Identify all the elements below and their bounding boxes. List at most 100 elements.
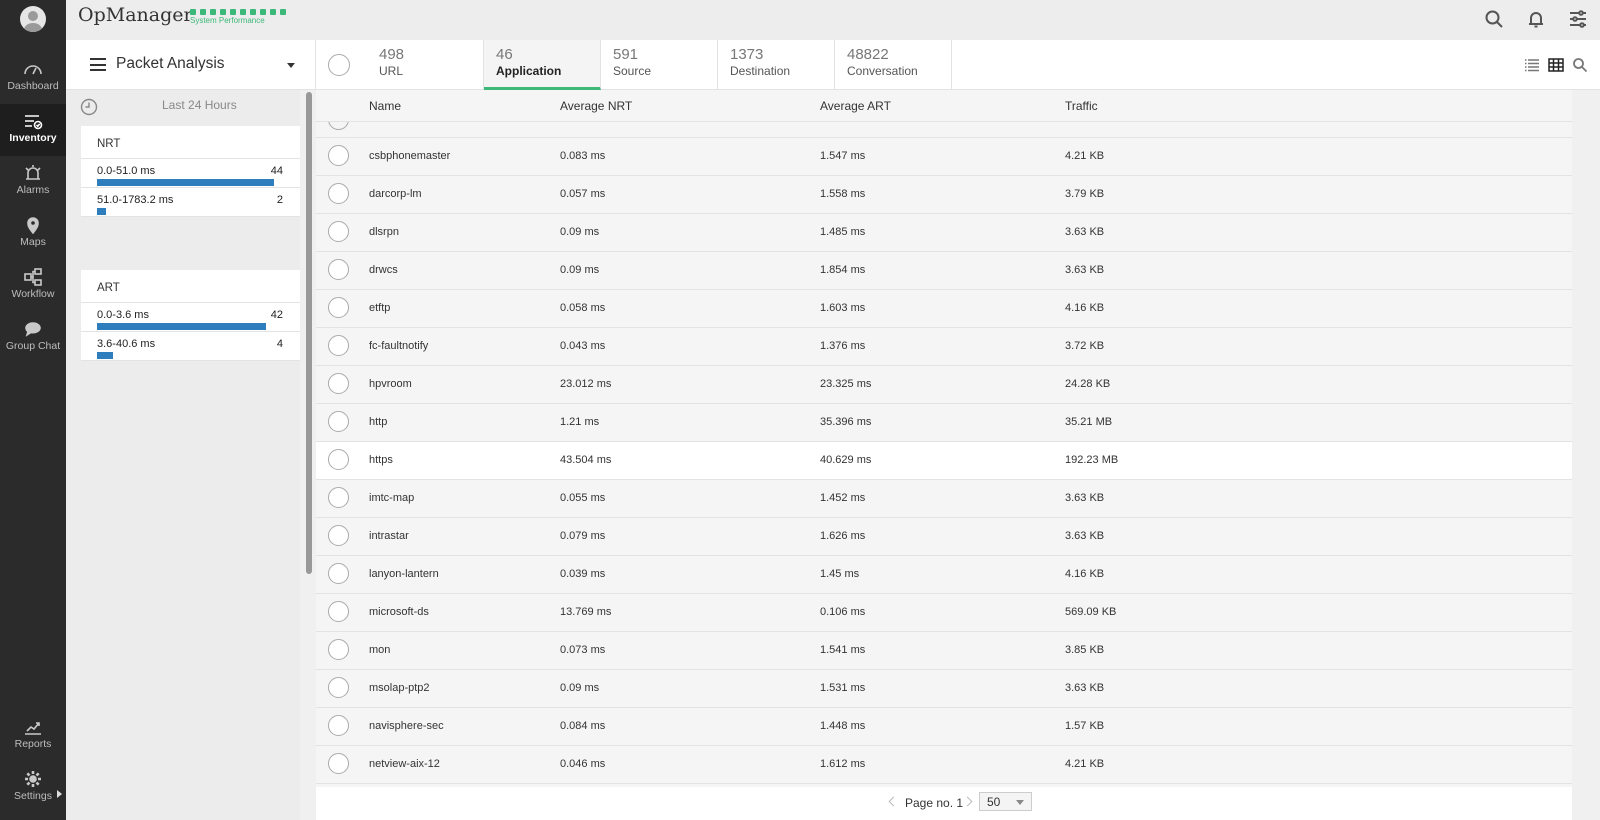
previous-page-icon[interactable] [888,796,899,807]
cell-average-nrt: 0.057 ms [560,188,606,200]
table-row[interactable]: http 1.21 ms 35.396 ms 35.21 MB [316,404,1572,442]
table-row[interactable]: microsoft-ds 13.769 ms 0.106 ms 569.09 KB [316,594,1572,632]
nav-item-dashboard[interactable]: Dashboard [0,52,66,104]
table-row[interactable]: intrastar 0.079 ms 1.626 ms 3.63 KB [316,518,1572,556]
row-radio[interactable] [328,221,349,242]
nav-item-alarms[interactable]: Alarms [0,156,66,208]
nav-item-workflow[interactable]: Workflow [0,260,66,312]
table-row[interactable]: hpvroom 23.012 ms 23.325 ms 24.28 KB [316,366,1572,404]
filter-row[interactable]: 0.0-3.6 ms 42 [81,303,300,332]
table-row[interactable]: fc-faultnotify 0.043 ms 1.376 ms 3.72 KB [316,328,1572,366]
cell-average-art: 1.541 ms [820,644,866,656]
cell-traffic: 4.21 KB [1065,150,1105,162]
column-header-traffic[interactable]: Traffic [1065,99,1098,113]
table-row-partial [316,109,1572,138]
column-header-average-art[interactable]: Average ART [820,99,891,113]
page-size-select[interactable]: 50 [979,792,1032,811]
tab-destination[interactable]: 1373 Destination [718,40,835,90]
list-view-icon[interactable] [1524,57,1540,73]
pagination: Page no. 1 50 [316,787,1572,820]
table-row[interactable]: dlsrpn 0.09 ms 1.485 ms 3.63 KB [316,214,1572,252]
table-row[interactable]: darcorp-lm 0.057 ms 1.558 ms 3.79 KB [316,176,1572,214]
grid-view-icon[interactable] [1548,57,1564,73]
row-radio[interactable] [328,411,349,432]
row-radio[interactable] [328,753,349,774]
row-radio[interactable] [328,601,349,622]
column-header-average-nrt[interactable]: Average NRT [560,99,632,113]
row-radio[interactable] [328,373,349,394]
filter-range-label: 0.0-51.0 ms [97,165,156,177]
row-radio[interactable] [328,563,349,584]
table-row[interactable]: etftp 0.058 ms 1.603 ms 4.16 KB [316,290,1572,328]
filter-row[interactable]: 51.0-1783.2 ms 2 [81,188,300,217]
cell-average-nrt: 13.769 ms [560,606,612,618]
cell-name: navisphere-sec [369,720,444,732]
row-radio[interactable] [328,487,349,508]
nav-item-reports[interactable]: Reports [0,710,66,762]
row-radio[interactable] [328,183,349,204]
tab-application[interactable]: 46 Application [484,40,601,90]
cell-average-nrt: 0.073 ms [560,644,606,656]
clock-icon[interactable] [80,98,98,116]
row-radio[interactable] [328,639,349,660]
cell-traffic: 3.63 KB [1065,530,1105,542]
table-row[interactable]: lanyon-lantern 0.039 ms 1.45 ms 4.16 KB [316,556,1572,594]
cell-name: darcorp-lm [369,188,422,200]
table-row[interactable]: csbphonemaster 0.083 ms 1.547 ms 4.21 KB [316,138,1572,176]
cell-traffic: 3.85 KB [1065,644,1105,656]
tab-url[interactable]: 498 URL [367,40,484,90]
system-performance-indicator[interactable]: System Performance [190,9,286,25]
tab-label: URL [379,64,404,78]
cell-average-art: 35.396 ms [820,416,872,428]
table-row[interactable]: mon 0.073 ms 1.541 ms 3.85 KB [316,632,1572,670]
cell-average-art: 1.376 ms [820,340,866,352]
row-radio[interactable] [328,145,349,166]
hamburger-icon[interactable] [90,58,106,71]
row-radio[interactable] [328,525,349,546]
nav-label: Workflow [11,288,55,300]
table-row[interactable]: navisphere-sec 0.084 ms 1.448 ms 1.57 KB [316,708,1572,746]
cell-average-nrt: 0.046 ms [560,758,606,770]
table-row[interactable]: drwcs 0.09 ms 1.854 ms 3.63 KB [316,252,1572,290]
filter-range-label: 3.6-40.6 ms [97,338,156,350]
tab-source[interactable]: 591 Source [601,40,718,90]
nav-item-group-chat[interactable]: Group Chat [0,312,66,364]
filter-bar [97,352,113,359]
select-all-radio[interactable] [328,54,350,76]
table-row[interactable]: netview-aix-12 0.046 ms 1.612 ms 4.21 KB [316,746,1572,784]
filter-row[interactable]: 0.0-51.0 ms 44 [81,159,300,188]
column-header-name[interactable]: Name [369,99,401,113]
cell-average-nrt: 43.504 ms [560,454,612,466]
cell-average-art: 0.106 ms [820,606,866,618]
row-radio[interactable] [328,677,349,698]
avatar[interactable] [20,6,46,32]
nav-item-maps[interactable]: Maps [0,208,66,260]
row-radio[interactable] [328,259,349,280]
search-icon[interactable] [1484,9,1504,29]
module-selector[interactable]: Packet Analysis [66,40,316,90]
table-search-icon[interactable] [1572,57,1588,73]
time-range-label[interactable]: Last 24 Hours [162,98,237,112]
table-row[interactable]: imtc-map 0.055 ms 1.452 ms 3.63 KB [316,480,1572,518]
filter-range-label: 51.0-1783.2 ms [97,194,174,206]
cell-average-nrt: 0.084 ms [560,720,606,732]
filter-row[interactable]: 3.6-40.6 ms 4 [81,332,300,361]
filter-bar [97,208,106,215]
tab-conversation[interactable]: 48822 Conversation [835,40,952,90]
nav-item-settings[interactable]: Settings [0,762,66,814]
cell-average-art: 40.629 ms [820,454,872,466]
nav-item-inventory[interactable]: Inventory [0,104,66,156]
nav-expand-icon[interactable] [57,790,62,798]
table-row[interactable]: msolap-ptp2 0.09 ms 1.531 ms 3.63 KB [316,670,1572,708]
filter-scrollbar[interactable] [306,92,312,574]
settings-sliders-icon[interactable] [1568,9,1588,29]
bell-icon[interactable] [1526,9,1546,29]
row-radio[interactable] [328,297,349,318]
next-page-icon[interactable] [962,796,973,807]
row-radio[interactable] [328,335,349,356]
row-radio[interactable] [328,715,349,736]
filter-range-label: 0.0-3.6 ms [97,309,149,321]
row-radio[interactable] [328,449,349,470]
table-row[interactable]: https 43.504 ms 40.629 ms 192.23 MB [316,442,1572,480]
cell-average-art: 1.603 ms [820,302,866,314]
